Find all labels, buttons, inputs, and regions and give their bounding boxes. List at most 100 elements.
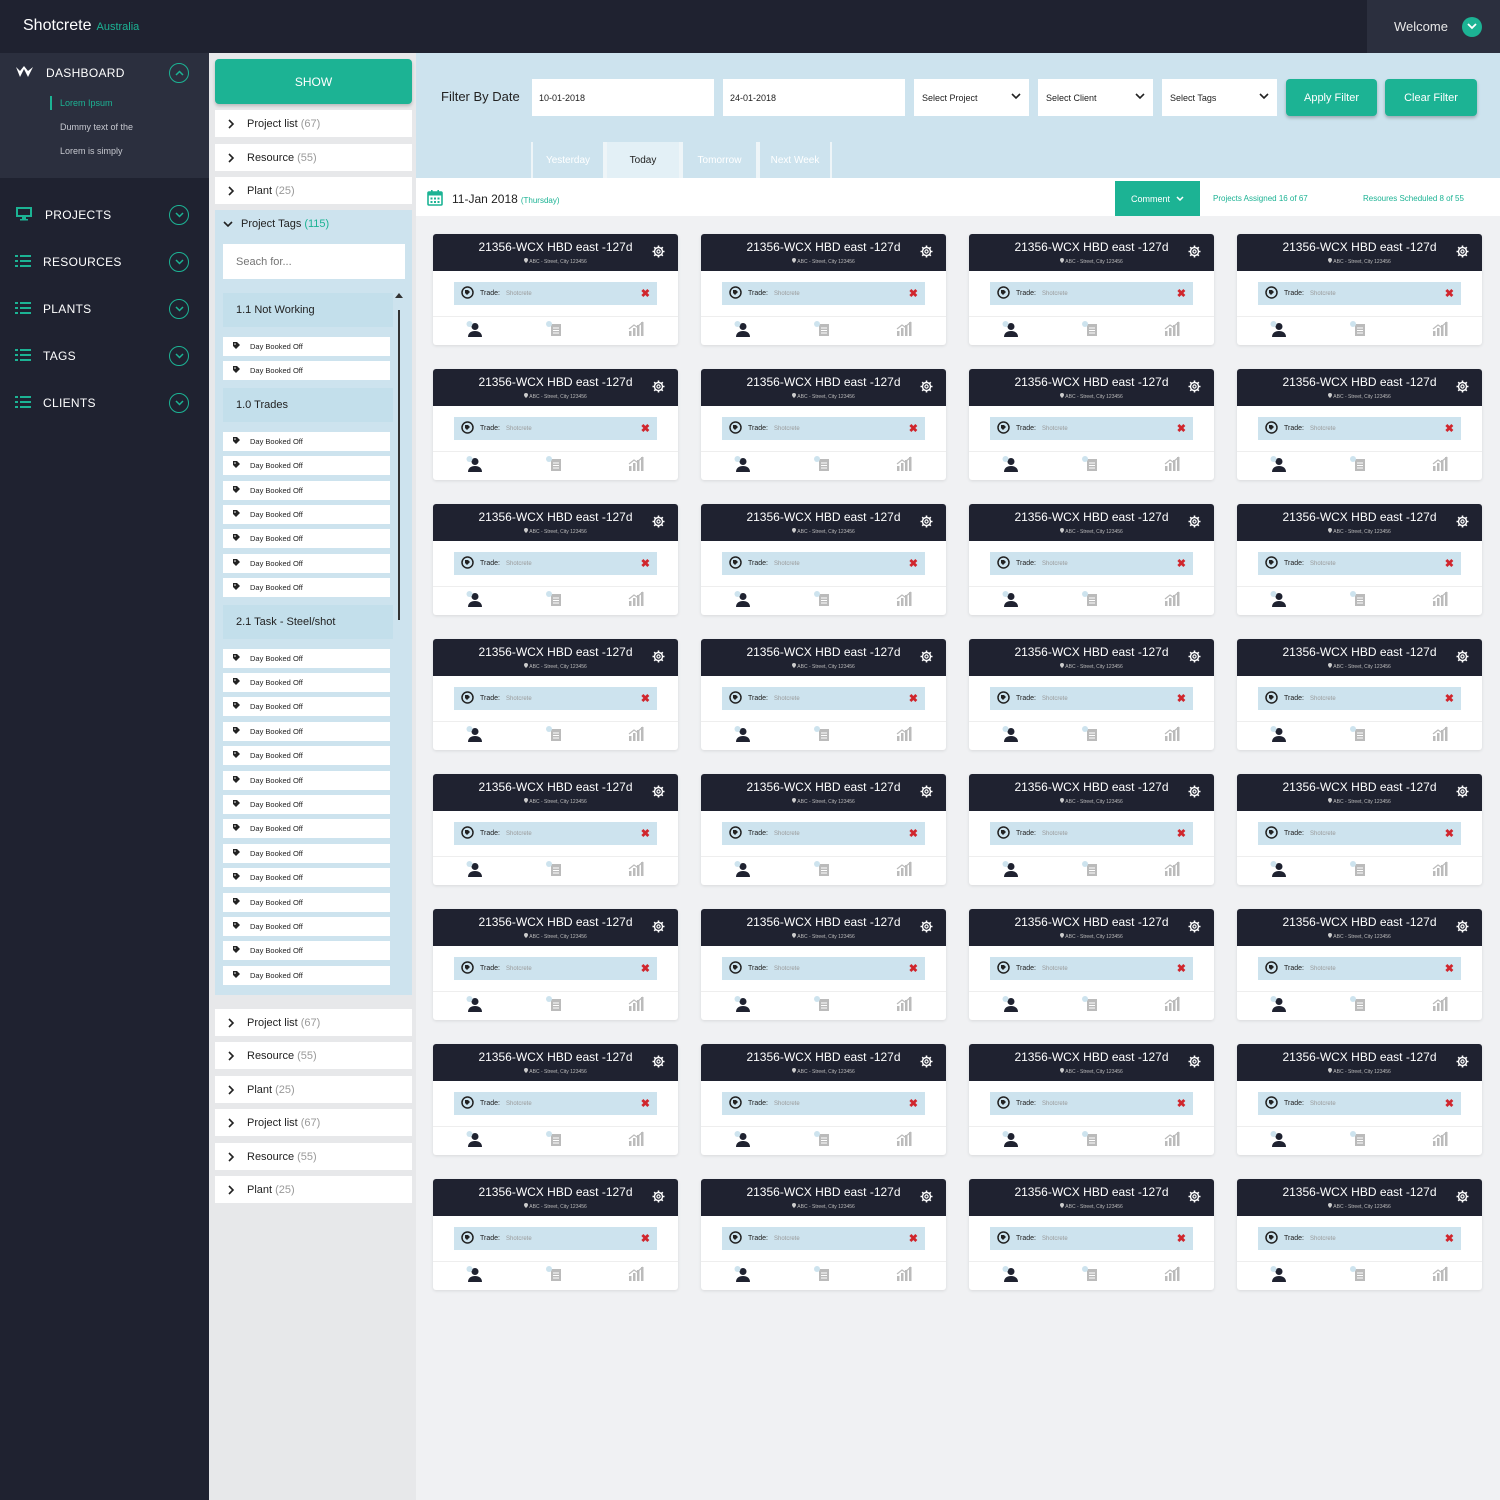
comment-dropdown[interactable]: Comment — [1115, 181, 1200, 216]
dashboard-subitem[interactable]: Lorem is simply — [60, 139, 209, 163]
gear-icon[interactable] — [1456, 245, 1469, 263]
people-icon[interactable] — [1002, 861, 1020, 882]
date-from-input[interactable]: 10-01-2018 — [532, 79, 714, 116]
people-icon[interactable] — [466, 1131, 484, 1152]
card-title[interactable]: 21356-WCX HBD east -127d — [1237, 1185, 1482, 1199]
project-card[interactable]: 21356-WCX HBD east -127d ABC - Street, C… — [969, 504, 1214, 615]
card-title[interactable]: 21356-WCX HBD east -127d — [701, 240, 946, 254]
tag-group-header[interactable]: 2.1 Task - Steel/shot — [223, 604, 393, 639]
people-icon[interactable] — [734, 1131, 752, 1152]
remove-tag-icon[interactable]: ✖ — [1177, 557, 1186, 570]
tag-item[interactable]: Day Booked Off — [223, 337, 390, 356]
gear-icon[interactable] — [920, 1055, 933, 1073]
document-icon[interactable] — [1081, 591, 1099, 612]
panel-accordion-item[interactable]: Project list (67) — [215, 110, 412, 137]
project-tags-header[interactable]: Project Tags (115) — [215, 210, 412, 238]
chevron-down-icon[interactable] — [169, 299, 189, 319]
select-project-dropdown[interactable]: Select Project — [914, 79, 1029, 116]
tag-item[interactable]: Day Booked Off — [223, 721, 390, 741]
people-icon[interactable] — [1270, 1266, 1288, 1287]
project-card[interactable]: 21356-WCX HBD east -127d ABC - Street, C… — [433, 909, 678, 1020]
people-icon[interactable] — [734, 591, 752, 612]
project-card[interactable]: 21356-WCX HBD east -127d ABC - Street, C… — [701, 1044, 946, 1155]
remove-tag-icon[interactable]: ✖ — [1177, 692, 1186, 705]
gear-icon[interactable] — [652, 920, 665, 938]
remove-tag-icon[interactable]: ✖ — [641, 1097, 650, 1110]
people-icon[interactable] — [1270, 726, 1288, 747]
card-title[interactable]: 21356-WCX HBD east -127d — [1237, 780, 1482, 794]
project-card[interactable]: 21356-WCX HBD east -127d ABC - Street, C… — [433, 369, 678, 480]
project-card[interactable]: 21356-WCX HBD east -127d ABC - Street, C… — [1237, 369, 1482, 480]
chart-icon[interactable] — [628, 726, 644, 746]
card-title[interactable]: 21356-WCX HBD east -127d — [1237, 240, 1482, 254]
document-icon[interactable] — [813, 996, 831, 1017]
card-title[interactable]: 21356-WCX HBD east -127d — [969, 510, 1214, 524]
remove-tag-icon[interactable]: ✖ — [909, 692, 918, 705]
people-icon[interactable] — [1270, 321, 1288, 342]
chart-icon[interactable] — [1432, 1266, 1448, 1286]
tab-tomorrow[interactable]: Tomorrow — [681, 142, 758, 178]
gear-icon[interactable] — [920, 920, 933, 938]
document-icon[interactable] — [1349, 456, 1367, 477]
tag-item[interactable]: Day Booked Off — [223, 941, 390, 961]
remove-tag-icon[interactable]: ✖ — [1445, 827, 1454, 840]
project-card[interactable]: 21356-WCX HBD east -127d ABC - Street, C… — [1237, 234, 1482, 345]
project-card[interactable]: 21356-WCX HBD east -127d ABC - Street, C… — [701, 369, 946, 480]
card-title[interactable]: 21356-WCX HBD east -127d — [969, 780, 1214, 794]
chart-icon[interactable] — [1164, 996, 1180, 1016]
gear-icon[interactable] — [652, 245, 665, 263]
card-title[interactable]: 21356-WCX HBD east -127d — [701, 375, 946, 389]
remove-tag-icon[interactable]: ✖ — [909, 557, 918, 570]
document-icon[interactable] — [813, 1266, 831, 1287]
document-icon[interactable] — [813, 1131, 831, 1152]
project-card[interactable]: 21356-WCX HBD east -127d ABC - Street, C… — [969, 369, 1214, 480]
people-icon[interactable] — [466, 456, 484, 477]
nav-plants[interactable]: PLANTS — [0, 299, 209, 319]
card-title[interactable]: 21356-WCX HBD east -127d — [701, 780, 946, 794]
document-icon[interactable] — [1081, 1131, 1099, 1152]
people-icon[interactable] — [1002, 456, 1020, 477]
tab-next-week[interactable]: Next Week — [758, 142, 832, 178]
gear-icon[interactable] — [920, 650, 933, 668]
people-icon[interactable] — [466, 861, 484, 882]
remove-tag-icon[interactable]: ✖ — [641, 962, 650, 975]
project-card[interactable]: 21356-WCX HBD east -127d ABC - Street, C… — [1237, 909, 1482, 1020]
card-title[interactable]: 21356-WCX HBD east -127d — [433, 510, 678, 524]
gear-icon[interactable] — [652, 515, 665, 533]
remove-tag-icon[interactable]: ✖ — [1445, 1097, 1454, 1110]
chart-icon[interactable] — [1432, 726, 1448, 746]
document-icon[interactable] — [545, 726, 563, 747]
card-title[interactable]: 21356-WCX HBD east -127d — [1237, 1050, 1482, 1064]
project-card[interactable]: 21356-WCX HBD east -127d ABC - Street, C… — [1237, 774, 1482, 885]
remove-tag-icon[interactable]: ✖ — [1445, 1232, 1454, 1245]
dashboard-subitem[interactable]: Lorem Ipsum — [50, 91, 209, 115]
document-icon[interactable] — [1349, 996, 1367, 1017]
document-icon[interactable] — [1349, 321, 1367, 342]
chevron-up-icon[interactable] — [169, 63, 189, 83]
people-icon[interactable] — [1270, 1131, 1288, 1152]
project-card[interactable]: 21356-WCX HBD east -127d ABC - Street, C… — [433, 774, 678, 885]
project-card[interactable]: 21356-WCX HBD east -127d ABC - Street, C… — [701, 909, 946, 1020]
gear-icon[interactable] — [920, 380, 933, 398]
card-title[interactable]: 21356-WCX HBD east -127d — [969, 375, 1214, 389]
card-title[interactable]: 21356-WCX HBD east -127d — [701, 1185, 946, 1199]
chart-icon[interactable] — [628, 321, 644, 341]
project-card[interactable]: 21356-WCX HBD east -127d ABC - Street, C… — [969, 774, 1214, 885]
gear-icon[interactable] — [920, 245, 933, 263]
gear-icon[interactable] — [920, 515, 933, 533]
gear-icon[interactable] — [652, 650, 665, 668]
chart-icon[interactable] — [1432, 456, 1448, 476]
gear-icon[interactable] — [1456, 515, 1469, 533]
tag-item[interactable]: Day Booked Off — [223, 795, 390, 814]
project-card[interactable]: 21356-WCX HBD east -127d ABC - Street, C… — [701, 774, 946, 885]
tag-item[interactable]: Day Booked Off — [223, 917, 390, 936]
chevron-down-icon[interactable] — [1461, 16, 1482, 37]
gear-icon[interactable] — [920, 785, 933, 803]
remove-tag-icon[interactable]: ✖ — [909, 962, 918, 975]
gear-icon[interactable] — [1456, 785, 1469, 803]
document-icon[interactable] — [1081, 996, 1099, 1017]
remove-tag-icon[interactable]: ✖ — [909, 287, 918, 300]
document-icon[interactable] — [1349, 726, 1367, 747]
gear-icon[interactable] — [1456, 1055, 1469, 1073]
tag-item[interactable]: Day Booked Off — [223, 505, 390, 524]
